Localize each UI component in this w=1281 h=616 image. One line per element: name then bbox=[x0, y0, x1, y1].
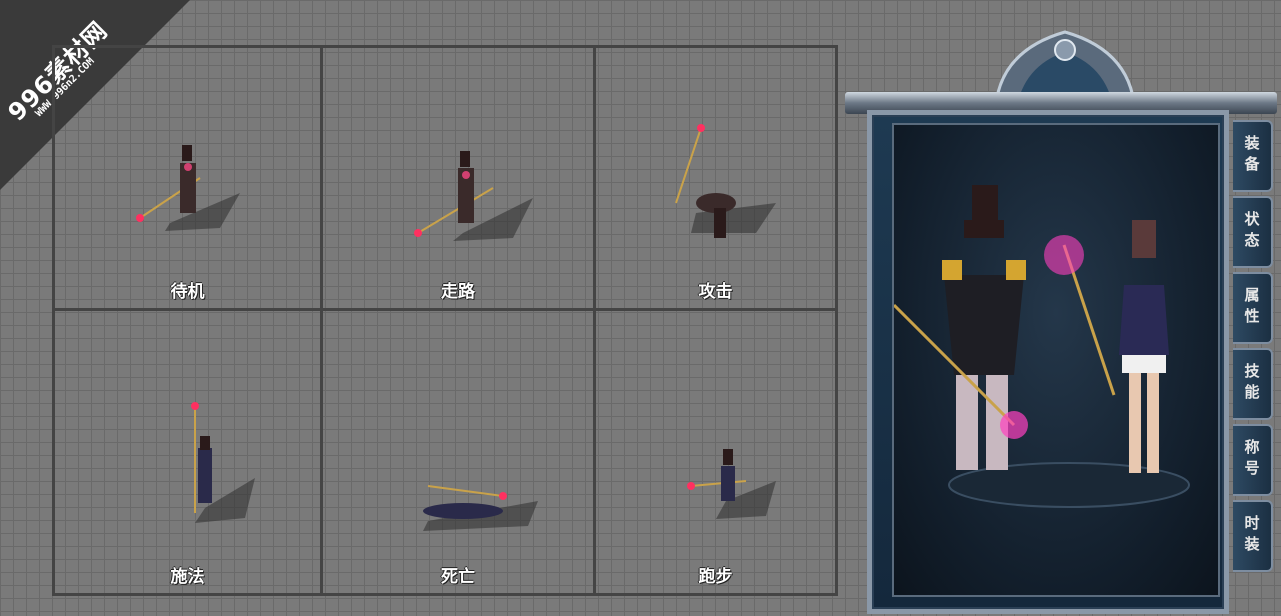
character-panel: 装备 状态 属性 技能 称号 时装 bbox=[845, 22, 1277, 614]
run-sprite bbox=[687, 449, 776, 519]
cast-sprite bbox=[191, 402, 255, 523]
idle-sprite bbox=[136, 145, 240, 231]
panel-tabs: 装备 状态 属性 技能 称号 时装 bbox=[1233, 120, 1273, 572]
animation-cell-walk[interactable]: 走路 bbox=[323, 48, 596, 311]
tab-fashion[interactable]: 时装 bbox=[1233, 500, 1273, 572]
attack-sprite bbox=[675, 124, 776, 238]
tab-titles[interactable]: 称号 bbox=[1233, 424, 1273, 496]
animation-label: 施法 bbox=[170, 567, 205, 587]
panel-frame bbox=[867, 110, 1229, 614]
animation-label: 跑步 bbox=[698, 567, 733, 587]
tab-skills[interactable]: 技能 bbox=[1233, 348, 1273, 420]
walk-sprite bbox=[414, 151, 533, 241]
animation-label: 走路 bbox=[441, 282, 475, 302]
tab-status[interactable]: 状态 bbox=[1233, 196, 1273, 268]
animation-label: 攻击 bbox=[698, 282, 733, 302]
animation-grid: 待机 走路 攻击 施法 死亡 跑步 bbox=[52, 45, 838, 596]
character-models bbox=[894, 185, 1190, 508]
animation-cell-cast[interactable]: 施法 bbox=[55, 311, 323, 593]
character-preview bbox=[892, 123, 1220, 597]
animation-label: 待机 bbox=[170, 282, 205, 302]
death-sprite bbox=[423, 485, 538, 531]
animation-cell-idle[interactable]: 待机 bbox=[55, 48, 323, 311]
animation-cell-run[interactable]: 跑步 bbox=[596, 311, 835, 593]
animation-label: 死亡 bbox=[441, 567, 475, 587]
tab-equipment[interactable]: 装备 bbox=[1233, 120, 1273, 192]
tab-attributes[interactable]: 属性 bbox=[1233, 272, 1273, 344]
animation-cell-attack[interactable]: 攻击 bbox=[596, 48, 835, 311]
animation-cell-death[interactable]: 死亡 bbox=[323, 311, 596, 593]
